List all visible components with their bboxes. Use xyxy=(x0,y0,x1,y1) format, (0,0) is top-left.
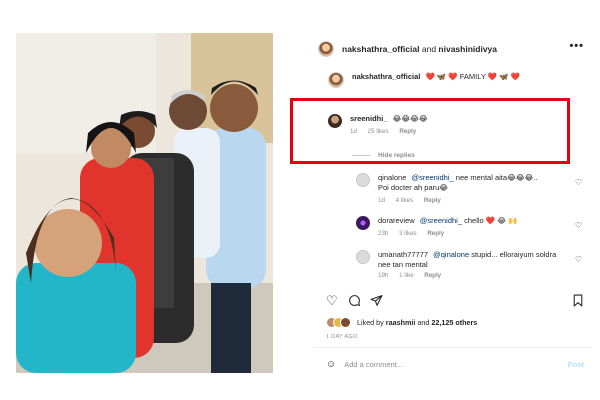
reply-mention[interactable]: @qinalone xyxy=(433,250,469,259)
reply-time: 23h xyxy=(378,230,389,237)
reply-button[interactable]: Reply xyxy=(424,272,441,279)
more-horizontal-icon[interactable]: ••• xyxy=(569,40,584,52)
action-bar: ♡ xyxy=(326,294,584,310)
caption-text: nakshathra_official ❤️ 🦋 ❤️ FAMILY ❤️ 🦋 … xyxy=(352,72,520,82)
heart-outline-icon[interactable]: ♡ xyxy=(575,255,582,264)
reply-text: qinalone @sreenidhi_ nee mental aita😂😂😂.… xyxy=(378,173,538,193)
post-header: nakshathra_official and nivashinidivya •… xyxy=(318,38,588,60)
and-text: and xyxy=(421,44,437,54)
reply-row: umanath77777 @qinalone stupid... ellorai… xyxy=(356,250,580,279)
comment-time: 1d xyxy=(350,128,357,135)
reply-avatar[interactable] xyxy=(356,250,370,264)
caption-body: ❤️ 🦋 ❤️ FAMILY ❤️ 🦋 ❤️ xyxy=(425,72,520,81)
comment-icon-svg xyxy=(349,295,361,307)
reply-body: stupid... elloraiyum soldra xyxy=(471,250,557,259)
reply-likes[interactable]: 3 likes xyxy=(399,230,417,237)
post-photo[interactable] xyxy=(16,33,273,373)
reply-row: qinalone @sreenidhi_ nee mental aita😂😂😂.… xyxy=(356,173,580,204)
reply-avatar[interactable] xyxy=(356,216,370,230)
reply-text: umanath77777 @qinalone stupid... ellorai… xyxy=(378,250,556,270)
reply-row: dorareview @sreenidhi_ chello ❤️ 😂 🙌 23h… xyxy=(356,216,580,237)
reply-time: 19h xyxy=(378,272,389,279)
comment-icon[interactable] xyxy=(348,294,361,310)
heart-icon[interactable]: ♡ xyxy=(326,294,338,308)
comment-row: sreenidhi_ 😂😂😂😂 1d 25 likes Reply xyxy=(328,114,578,135)
comment-avatar[interactable] xyxy=(328,114,342,128)
heart-outline-icon[interactable]: ♡ xyxy=(575,178,582,187)
caption-username[interactable]: nakshathra_official xyxy=(352,72,420,81)
bookmark-icon[interactable] xyxy=(572,294,584,310)
reply-username[interactable]: umanath77777 xyxy=(378,250,428,259)
hide-replies-label: Hide replies xyxy=(378,152,415,159)
reply-likes[interactable]: 4 likes xyxy=(396,197,414,204)
comment-reply-button[interactable]: Reply xyxy=(399,128,416,135)
comment-input[interactable]: Add a comment... xyxy=(344,360,403,369)
caption-row: nakshathra_official ❤️ 🦋 ❤️ FAMILY ❤️ 🦋 … xyxy=(328,72,578,88)
reply-avatar[interactable] xyxy=(356,173,370,187)
reply-body: nee mental aita😂😂😂.. xyxy=(455,173,538,182)
divider xyxy=(314,347,592,348)
bookmark-icon-svg xyxy=(573,294,583,307)
reply-meta: 19h 1 like Reply xyxy=(378,272,556,279)
reply-text: dorareview @sreenidhi_ chello ❤️ 😂 🙌 xyxy=(378,216,517,226)
reply-likes[interactable]: 1 like xyxy=(399,272,413,279)
post-panel: nakshathra_official and nivashinidivya •… xyxy=(290,30,592,375)
liker-avatars xyxy=(326,317,351,328)
comment-body: 😂😂😂😂 xyxy=(392,114,428,123)
reply-username[interactable]: dorareview xyxy=(378,216,415,225)
reply-meta: 23h 3 likes Reply xyxy=(378,230,517,237)
hide-replies-toggle[interactable]: Hide replies xyxy=(352,152,415,159)
reply-body-line2: nee tan mental xyxy=(378,260,428,269)
add-comment-bar: ☺ Add a comment... Post xyxy=(326,357,584,371)
post-button[interactable]: Post xyxy=(568,360,584,369)
comment-username[interactable]: sreenidhi_ xyxy=(350,114,388,123)
reply-button[interactable]: Reply xyxy=(424,197,441,204)
likes-others[interactable]: 22,125 others xyxy=(431,318,477,327)
reply-button[interactable]: Reply xyxy=(427,230,444,237)
group-photo-illustration xyxy=(16,33,273,373)
send-icon-svg xyxy=(370,295,383,306)
comment-text: sreenidhi_ 😂😂😂😂 xyxy=(350,114,428,124)
likes-user[interactable]: raashmii xyxy=(386,318,416,327)
hide-replies-line xyxy=(352,155,370,156)
send-icon[interactable] xyxy=(370,294,383,310)
heart-outline-icon[interactable]: ♡ xyxy=(575,221,582,230)
smiley-icon[interactable]: ☺ xyxy=(326,359,336,370)
reply-body: chello ❤️ 😂 🙌 xyxy=(464,216,518,225)
comment-likes[interactable]: 25 likes xyxy=(368,128,389,135)
comment-meta: 1d 25 likes Reply xyxy=(350,128,428,135)
post-date[interactable]: 1 DAY AGO xyxy=(326,334,358,340)
post-header-text: nakshathra_official and nivashinidivya xyxy=(342,44,497,54)
reply-mention[interactable]: @sreenidhi_ xyxy=(420,216,462,225)
reply-meta: 1d 4 likes Reply xyxy=(378,197,538,204)
reply-username[interactable]: qinalone xyxy=(378,173,406,182)
collaborator-username[interactable]: nivashinidivya xyxy=(438,44,497,54)
likes-and: and xyxy=(417,318,430,327)
reply-mention[interactable]: @sreenidhi_ xyxy=(411,173,453,182)
owner-username[interactable]: nakshathra_official xyxy=(342,44,419,54)
likes-summary[interactable]: Liked by raashmii and 22,125 others xyxy=(326,317,477,328)
liker-avatar xyxy=(340,317,351,328)
caption-avatar[interactable] xyxy=(328,72,344,88)
reply-time: 1d xyxy=(378,197,385,204)
owner-avatar[interactable] xyxy=(318,41,334,57)
likes-prefix: Liked by xyxy=(357,318,384,327)
reply-body-line2: Poi docter ah paru😂 xyxy=(378,183,449,192)
